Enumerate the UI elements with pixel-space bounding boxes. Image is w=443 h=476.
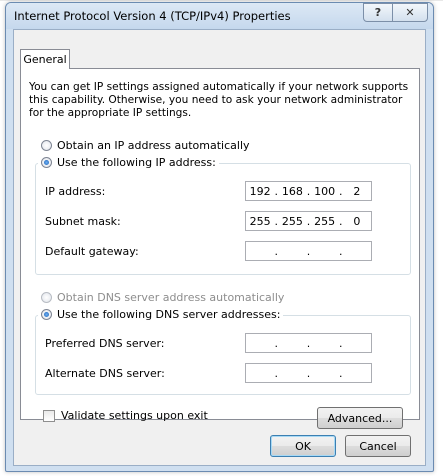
ip-address-octet-3: 100: [314, 184, 336, 198]
dns-auto-radio[interactable]: [41, 292, 52, 303]
preferred-dns-input[interactable]: . . .: [245, 333, 372, 353]
ip-address-octet-4: 2: [353, 184, 361, 198]
octet-separator: .: [339, 244, 343, 258]
octet-separator: .: [306, 214, 311, 228]
ip-address-label: IP address:: [45, 185, 106, 198]
subnet-mask-input[interactable]: 255. 255. 255. 0: [245, 211, 372, 231]
help-button[interactable]: ?: [363, 3, 393, 22]
subnet-octet-1: 255: [249, 214, 271, 228]
octet-separator: .: [339, 336, 343, 350]
default-gateway-label: Default gateway:: [45, 245, 139, 258]
dialog-window: Internet Protocol Version 4 (TCP/IPv4) P…: [5, 2, 434, 472]
octet-separator: .: [339, 366, 343, 380]
subnet-octet-4: 0: [353, 214, 361, 228]
dialog-client-area: General You can get IP settings assigned…: [13, 29, 426, 466]
intro-text: You can get IP settings assigned automat…: [29, 81, 409, 119]
tab-general-label: General: [23, 53, 67, 66]
dns-auto-radio-row[interactable]: Obtain DNS server address automatically: [41, 291, 284, 304]
validate-checkbox-row[interactable]: Validate settings upon exit: [43, 409, 208, 422]
octet-separator: .: [274, 214, 279, 228]
general-tab-panel: You can get IP settings assigned automat…: [20, 68, 420, 429]
window-title: Internet Protocol Version 4 (TCP/IPv4) P…: [14, 9, 291, 23]
validate-label: Validate settings upon exit: [61, 409, 208, 422]
tab-general[interactable]: General: [20, 49, 70, 69]
ok-button[interactable]: OK: [270, 435, 336, 457]
help-icon: ?: [374, 6, 382, 19]
ip-manual-radio[interactable]: [41, 157, 52, 168]
dns-server-group: [35, 315, 411, 395]
dns-manual-radio[interactable]: [41, 309, 52, 320]
ip-manual-label: Use the following IP address:: [57, 156, 216, 169]
validate-checkbox[interactable]: [43, 409, 55, 422]
alternate-dns-input[interactable]: . . .: [245, 363, 372, 383]
ip-address-octet-2: 168: [281, 184, 303, 198]
ip-manual-radio-row[interactable]: Use the following IP address:: [38, 156, 219, 169]
title-bar[interactable]: Internet Protocol Version 4 (TCP/IPv4) P…: [6, 3, 433, 29]
octet-separator: .: [274, 336, 279, 350]
close-icon: ✕: [405, 6, 415, 19]
octet-separator: .: [274, 184, 279, 198]
subnet-mask-label: Subnet mask:: [45, 215, 121, 228]
ip-auto-radio[interactable]: [41, 140, 52, 151]
close-button[interactable]: ✕: [392, 3, 428, 22]
octet-separator: .: [306, 366, 311, 380]
ip-address-octet-1: 192: [249, 184, 271, 198]
cancel-button[interactable]: Cancel: [345, 435, 411, 457]
default-gateway-input[interactable]: . . .: [245, 241, 372, 261]
octet-separator: .: [339, 184, 343, 198]
octet-separator: .: [274, 366, 279, 380]
preferred-dns-label: Preferred DNS server:: [45, 337, 165, 350]
dns-auto-label: Obtain DNS server address automatically: [57, 291, 285, 304]
subnet-octet-2: 255: [281, 214, 303, 228]
octet-separator: .: [274, 244, 279, 258]
ip-auto-label: Obtain an IP address automatically: [57, 139, 250, 152]
ip-auto-radio-row[interactable]: Obtain an IP address automatically: [41, 139, 250, 152]
dns-manual-label: Use the following DNS server addresses:: [57, 308, 281, 321]
octet-separator: .: [339, 214, 343, 228]
octet-separator: .: [306, 244, 311, 258]
alternate-dns-label: Alternate DNS server:: [45, 367, 165, 380]
ip-address-input[interactable]: 192. 168. 100. 2: [245, 181, 372, 201]
octet-separator: .: [306, 336, 311, 350]
subnet-octet-3: 255: [314, 214, 336, 228]
octet-separator: .: [306, 184, 311, 198]
dns-manual-radio-row[interactable]: Use the following DNS server addresses:: [38, 308, 284, 321]
advanced-button[interactable]: Advanced...: [317, 407, 403, 429]
